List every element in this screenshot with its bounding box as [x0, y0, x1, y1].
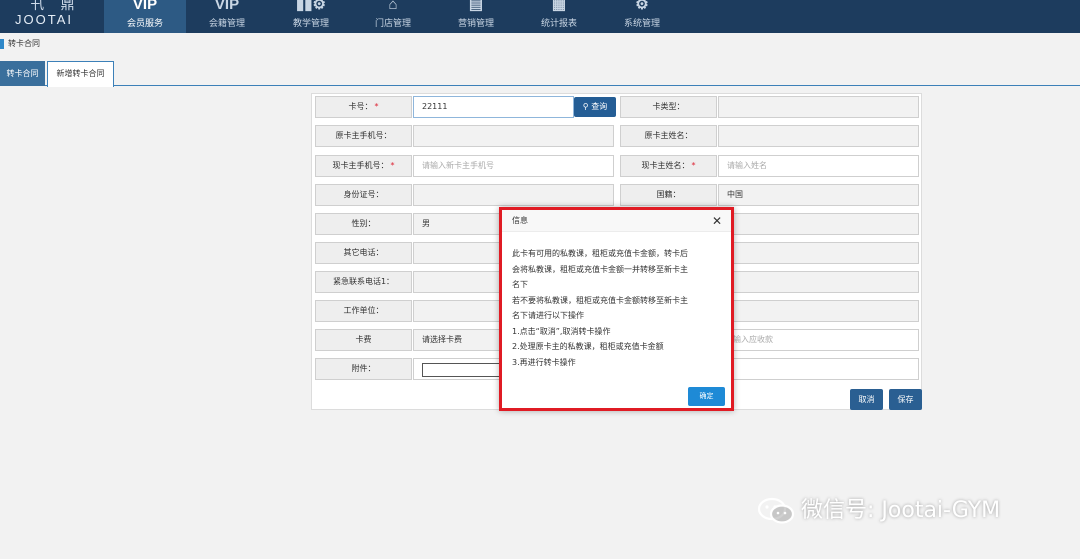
settings-icon: ⚙	[635, 0, 649, 13]
nav-label: 会籍管理	[208, 19, 245, 29]
vip-icon: VIP	[132, 0, 158, 13]
dialog-line: 名下请进行以下操作	[512, 311, 584, 320]
dialog-message: 此卡有可用的私教课，租柜或充值卡金额，转卡后 会将私教课，租柜或充值卡金额一并转…	[512, 246, 724, 370]
breadcrumb-marker	[0, 38, 4, 49]
card-no-input[interactable]: 22111	[413, 96, 574, 118]
tab-bar: 转卡合同 新增转卡合同	[0, 61, 1080, 87]
brand-logo: 卂 鼎 JOOTAI	[0, 0, 110, 33]
orig-name-label: 原卡主姓名：	[620, 125, 717, 147]
required-mark: *	[374, 102, 379, 111]
vip-card-icon: VIP	[214, 0, 240, 13]
right-field-8	[718, 300, 919, 322]
nav-teaching[interactable]: ▮▮⚙ 教学管理	[270, 0, 352, 33]
teaching-icon: ▮▮⚙	[296, 0, 326, 13]
orig-phone-field	[413, 125, 614, 147]
search-button[interactable]: ⚲ 查询	[574, 97, 616, 117]
right-field-10	[718, 358, 919, 380]
cancel-button[interactable]: 取消	[850, 389, 883, 410]
right-field-5	[718, 213, 919, 235]
top-nav: 卂 鼎 JOOTAI VIP 会员服务 VIP 会籍管理 ▮▮⚙ 教学管理 ⌂ …	[0, 0, 1080, 33]
nav-label: 统计报表	[540, 19, 577, 29]
nav-label: 营销管理	[457, 19, 494, 29]
new-phone-label: 现卡主手机号： *	[315, 155, 412, 177]
dialog-line: 1.点击“取消”,取消转卡操作	[512, 326, 611, 336]
confirm-button[interactable]: 确定	[688, 387, 725, 406]
save-button[interactable]: 保存	[889, 389, 922, 410]
id-label: 身份证号：	[315, 184, 412, 206]
dialog-title: 信息	[512, 216, 528, 225]
card-type-label: 卡类型：	[620, 96, 717, 118]
wechat-watermark: 微信号: Jootai-GYM	[757, 495, 1000, 527]
new-phone-label-text: 现卡主手机号：	[332, 161, 389, 170]
dialog-header: 信息 ✕	[502, 210, 731, 232]
dialog-line: 会将私教课，租柜或充值卡金额一并转移至新卡主	[512, 264, 688, 274]
gender-label: 性别：	[315, 213, 412, 235]
dialog-line: 此卡有可用的私教课，租柜或充值卡金额，转卡后	[512, 249, 688, 258]
wechat-icon	[757, 497, 795, 524]
reports-icon: ▦	[551, 0, 567, 13]
card-no-label: 卡号： *	[315, 96, 412, 118]
dialog-line: 名下	[512, 280, 528, 289]
emergency-phone-label: 紧急联系电话1：	[315, 271, 412, 293]
store-icon: ⌂	[388, 0, 398, 13]
card-type-field	[718, 96, 919, 118]
logo-en-text: JOOTAI	[15, 12, 73, 27]
tab-new-transfer-contract[interactable]: 新增转卡合同	[47, 61, 114, 87]
dialog-line: 3.再进行转卡操作	[512, 357, 576, 367]
nationality-label: 国籍：	[620, 184, 717, 206]
search-icon: ⚲	[582, 102, 592, 111]
orig-name-field	[718, 125, 919, 147]
nav-label: 门店管理	[374, 19, 411, 29]
right-field-6	[718, 242, 919, 264]
work-unit-label: 工作单位：	[315, 300, 412, 322]
dialog-line: 2.处理原卡主的私教课，租柜或充值卡金额	[512, 342, 664, 351]
dialog-line: 若不要将私教课，租柜或充值卡金额转移至新卡主	[512, 295, 688, 305]
attachment-label: 附件：	[315, 358, 412, 380]
new-name-input[interactable]: 请输入姓名	[718, 155, 919, 177]
card-no-label-text: 卡号：	[348, 102, 373, 111]
breadcrumb-text: 转卡合同	[8, 39, 40, 48]
search-label: 查询	[591, 102, 608, 111]
file-input-box[interactable]	[422, 363, 502, 377]
tab-transfer-contract[interactable]: 转卡合同	[0, 61, 45, 86]
breadcrumb: 转卡合同	[0, 36, 40, 52]
nav-label: 系统管理	[623, 19, 660, 29]
nav-marketing[interactable]: ▤ 营销管理	[435, 0, 517, 33]
orig-phone-label: 原卡主手机号：	[315, 125, 412, 147]
required-mark: *	[691, 161, 696, 170]
close-icon[interactable]: ✕	[712, 210, 722, 232]
new-name-label-text: 现卡主姓名：	[641, 161, 690, 170]
receivable-input[interactable]: 输入应收款	[718, 329, 919, 351]
watermark-text: 微信号: Jootai-GYM	[801, 498, 1001, 523]
nav-reports[interactable]: ▦ 统计报表	[518, 0, 600, 33]
nav-member-service[interactable]: VIP 会员服务	[104, 0, 186, 33]
other-phone-label: 其它电话：	[315, 242, 412, 264]
nav-store[interactable]: ⌂ 门店管理	[352, 0, 434, 33]
nav-membership[interactable]: VIP 会籍管理	[186, 0, 268, 33]
id-field	[413, 184, 614, 206]
nav-label: 会员服务	[126, 19, 163, 29]
info-dialog: 信息 ✕ 此卡有可用的私教课，租柜或充值卡金额，转卡后 会将私教课，租柜或充值卡…	[499, 207, 734, 411]
nav-system[interactable]: ⚙ 系统管理	[601, 0, 683, 33]
card-fee-label: 卡费	[315, 329, 412, 351]
new-phone-input[interactable]: 请输入新卡主手机号	[413, 155, 614, 177]
nationality-field: 中国	[718, 184, 919, 206]
required-mark: *	[390, 161, 395, 170]
marketing-icon: ▤	[468, 0, 484, 13]
new-name-label: 现卡主姓名： *	[620, 155, 717, 177]
right-field-7	[718, 271, 919, 293]
nav-label: 教学管理	[292, 19, 329, 29]
